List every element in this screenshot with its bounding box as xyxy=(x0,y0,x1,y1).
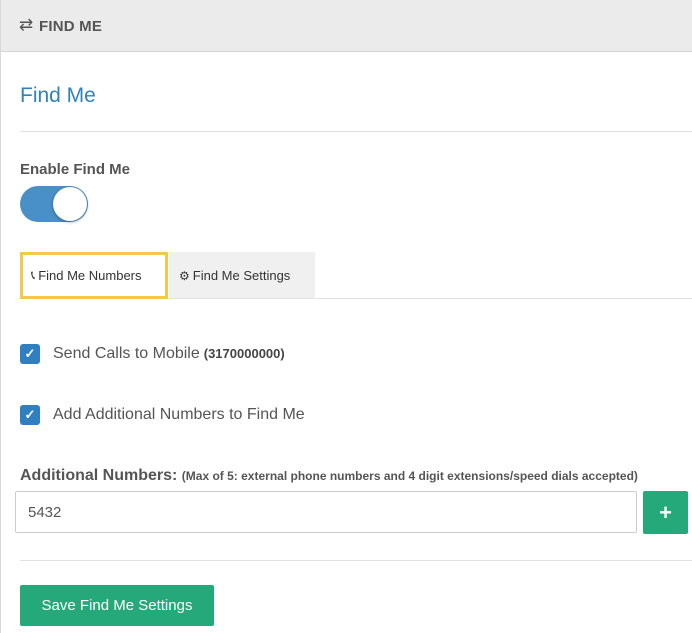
add-number-button[interactable]: + xyxy=(643,491,688,534)
tab-find-me-settings-label: Find Me Settings xyxy=(192,268,291,283)
enable-find-me-toggle[interactable] xyxy=(20,186,88,222)
title-divider xyxy=(20,131,692,132)
panel-header-title: FIND ME xyxy=(39,18,103,35)
tab-find-me-settings[interactable]: ⚙ Find Me Settings xyxy=(169,252,315,299)
panel-header: ⇄ FIND ME xyxy=(1,0,692,52)
additional-number-input[interactable] xyxy=(15,491,637,533)
gears-icon: ⚙ xyxy=(179,268,190,283)
send-calls-to-mobile-row: ✓ Send Calls to Mobile (3170000000) xyxy=(20,344,285,364)
tab-find-me-numbers[interactable]: 📞︎ Find Me Numbers xyxy=(20,252,168,299)
form-divider xyxy=(20,560,692,561)
enable-find-me-label: Enable Find Me xyxy=(20,161,131,178)
mobile-number: (3170000000) xyxy=(203,346,285,361)
phone-icon: 📞︎ xyxy=(31,268,36,282)
send-calls-to-mobile-checkbox[interactable]: ✓ xyxy=(20,344,40,364)
additional-numbers-note: (Max of 5: external phone numbers and 4 … xyxy=(181,469,638,483)
find-me-panel: ⇄ FIND ME Find Me Enable Find Me 📞︎ Find… xyxy=(0,0,692,633)
plus-icon: + xyxy=(659,499,672,525)
toggle-knob xyxy=(53,187,87,221)
add-additional-numbers-checkbox[interactable]: ✓ xyxy=(20,405,40,425)
add-additional-numbers-label: Add Additional Numbers to Find Me xyxy=(53,406,305,423)
tab-divider xyxy=(169,298,692,299)
tab-find-me-numbers-label: Find Me Numbers xyxy=(38,268,142,283)
page-title: Find Me xyxy=(20,84,96,107)
add-additional-numbers-row: ✓ Add Additional Numbers to Find Me xyxy=(20,405,305,425)
send-calls-to-mobile-label: Send Calls to Mobile (3170000000) xyxy=(53,345,285,363)
save-find-me-settings-button[interactable]: Save Find Me Settings xyxy=(20,585,214,626)
swap-arrows-icon: ⇄ xyxy=(19,15,34,34)
additional-numbers-label: Additional Numbers: (Max of 5: external … xyxy=(20,467,638,485)
additional-numbers-title: Additional Numbers: xyxy=(20,467,178,484)
send-calls-to-mobile-text: Send Calls to Mobile xyxy=(53,345,200,362)
